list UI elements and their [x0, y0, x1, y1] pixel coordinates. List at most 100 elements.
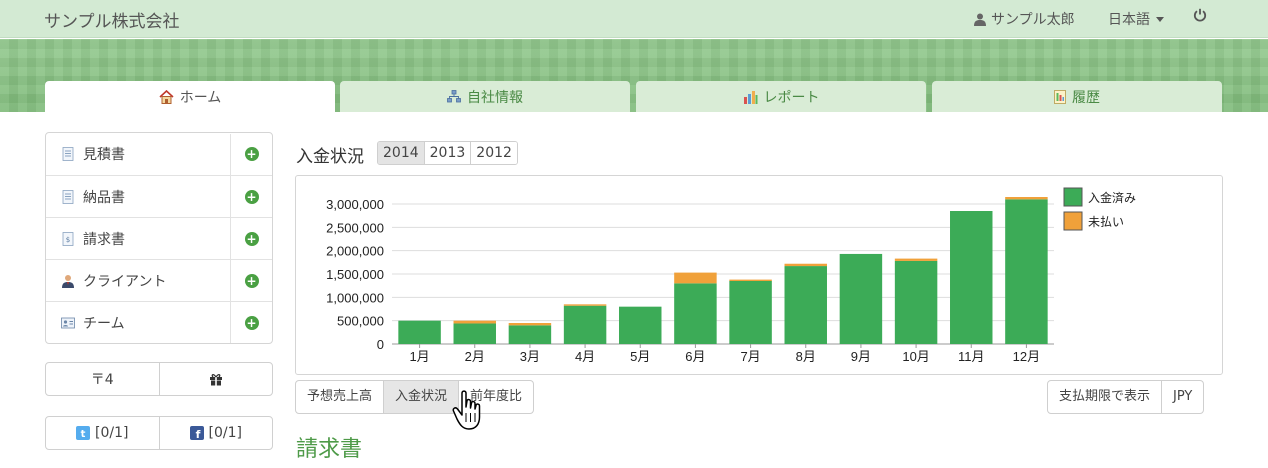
x-tick-label: 5月 — [630, 349, 650, 364]
social-group: t [0/1] f [0/1] — [45, 416, 273, 450]
add-invoice-button[interactable]: + — [230, 218, 272, 259]
top-navbar: サンプル株式会社 サンプル太郎 日本語 — [0, 0, 1268, 38]
sidebar-item-team[interactable]: チーム + — [46, 301, 272, 343]
bar-paid — [508, 325, 552, 344]
x-tick-label: 6月 — [685, 349, 705, 364]
sidebar-item-delivery-notes[interactable]: 納品書 + — [46, 175, 272, 217]
year-2013-button[interactable]: 2013 — [423, 142, 471, 164]
plus-circle-icon: + — [244, 231, 259, 246]
bar-paid — [784, 266, 827, 344]
invoice-icon: $ — [62, 231, 74, 246]
id-card-icon — [61, 317, 75, 328]
bar-unpaid — [674, 272, 717, 284]
language-label: 日本語 — [1108, 12, 1150, 28]
tab-history[interactable]: 履歴 — [932, 81, 1222, 112]
y-tick-label: 2,000,000 — [326, 244, 384, 259]
org-chart-icon — [447, 90, 461, 103]
postal-button[interactable]: 〒4 — [46, 363, 159, 395]
year-2014-button[interactable]: 2014 — [378, 142, 424, 164]
twitter-button[interactable]: t [0/1] — [46, 417, 159, 449]
hand-cursor-icon — [452, 390, 481, 430]
logout-button[interactable] — [1193, 8, 1207, 26]
gift-button[interactable] — [158, 363, 273, 395]
sidebar-item-label: クライアント — [83, 273, 167, 290]
power-icon — [1193, 8, 1207, 22]
bar-unpaid — [563, 304, 607, 306]
sidebar-item-label: 納品書 — [83, 189, 125, 206]
x-tick-label: 8月 — [796, 349, 816, 364]
sidebar-item-estimates[interactable]: 見積書 + — [46, 133, 272, 175]
svg-text:t: t — [81, 429, 86, 440]
x-tick-label: 4月 — [575, 349, 595, 364]
tab-history-label: 履歴 — [1072, 89, 1100, 106]
x-tick-label: 9月 — [851, 349, 871, 364]
bar-paid — [839, 253, 883, 344]
svg-text:f: f — [195, 428, 200, 440]
bar-paid — [894, 260, 938, 344]
chart-view-toggle: 予想売上高 入金状況 前年度比 — [295, 380, 535, 414]
brand-name[interactable]: サンプル株式会社 — [44, 7, 180, 32]
x-tick-label: 3月 — [520, 349, 540, 364]
facebook-count: [0/1] — [208, 425, 242, 441]
tab-company-info[interactable]: 自社情報 — [340, 81, 630, 112]
language-dropdown[interactable]: 日本語 — [1108, 9, 1164, 29]
section-title: 入金状況 — [296, 147, 364, 167]
tab-company-info-label: 自社情報 — [467, 89, 523, 106]
facebook-icon: f — [189, 426, 204, 440]
gift-icon — [209, 373, 222, 385]
sidebar-item-label: 見積書 — [83, 147, 125, 163]
twitter-icon: t — [76, 426, 91, 440]
plus-circle-icon: + — [244, 315, 259, 330]
currency-button[interactable]: JPY — [1161, 381, 1203, 413]
legend-label: 入金済み — [1088, 190, 1136, 205]
bar-paid — [1005, 199, 1048, 344]
postal-label: 〒4 — [90, 372, 114, 388]
bar-paid — [674, 283, 717, 344]
sidebar-item-clients[interactable]: クライアント + — [46, 259, 272, 301]
y-tick-label: 2,500,000 — [326, 220, 384, 235]
user-icon — [974, 13, 986, 26]
plus-circle-icon: + — [244, 147, 259, 161]
x-tick-label: 2月 — [465, 349, 485, 364]
tab-report-label: レポート — [763, 89, 820, 106]
add-client-button[interactable]: + — [230, 260, 272, 301]
bar-unpaid — [508, 323, 552, 326]
facebook-button[interactable]: f [0/1] — [158, 417, 273, 449]
invoices-heading: 請求書 — [296, 437, 363, 462]
payment-chart-panel: 0 500,000 1,000,000 1,500,000 2,000,000 2,500… — [295, 175, 1223, 375]
plus-circle-icon: + — [244, 189, 259, 204]
bar-paid — [563, 305, 607, 344]
bar-paid — [453, 323, 496, 344]
user-menu[interactable]: サンプル太郎 — [974, 9, 1075, 29]
add-team-member-button[interactable]: + — [230, 302, 272, 343]
year-selector: 2014 2013 2012 — [377, 141, 518, 165]
payment-status-button[interactable]: 入金状況 — [383, 381, 459, 413]
bar-unpaid — [894, 258, 938, 261]
user-name: サンプル太郎 — [991, 12, 1075, 28]
year-2012-button[interactable]: 2012 — [470, 142, 517, 164]
postal-gift-group: 〒4 — [45, 362, 273, 396]
forecast-sales-button[interactable]: 予想売上高 — [296, 381, 383, 413]
bar-paid — [950, 211, 993, 344]
sidebar-menu: 見積書 + 納品書 + $ 請求書 + クライアント + チーム + — [45, 132, 273, 344]
tab-home-label: ホーム — [179, 89, 222, 106]
add-delivery-note-button[interactable]: + — [230, 176, 272, 217]
tab-home[interactable]: ホーム — [45, 81, 335, 112]
y-tick-label: 1,500,000 — [326, 267, 384, 282]
tab-report[interactable]: レポート — [636, 81, 926, 112]
x-tick-label: 7月 — [740, 349, 760, 364]
twitter-count: [0/1] — [95, 425, 129, 441]
sidebar-item-label: 請求書 — [83, 231, 125, 248]
bar-chart-icon — [743, 90, 757, 104]
legend-label: 未払い — [1088, 215, 1124, 229]
show-by-due-date-button[interactable]: 支払期限で表示 — [1048, 381, 1161, 413]
x-tick-label: 11月 — [958, 349, 985, 364]
bar-paid — [398, 320, 441, 344]
bar-unpaid — [453, 320, 496, 324]
caret-down-icon — [1156, 16, 1164, 22]
sidebar-item-label: チーム — [83, 315, 125, 332]
svg-text:$: $ — [66, 236, 70, 244]
document-icon — [62, 189, 74, 204]
add-estimate-button[interactable]: + — [230, 133, 272, 175]
sidebar-item-invoices[interactable]: $ 請求書 + — [46, 217, 272, 259]
